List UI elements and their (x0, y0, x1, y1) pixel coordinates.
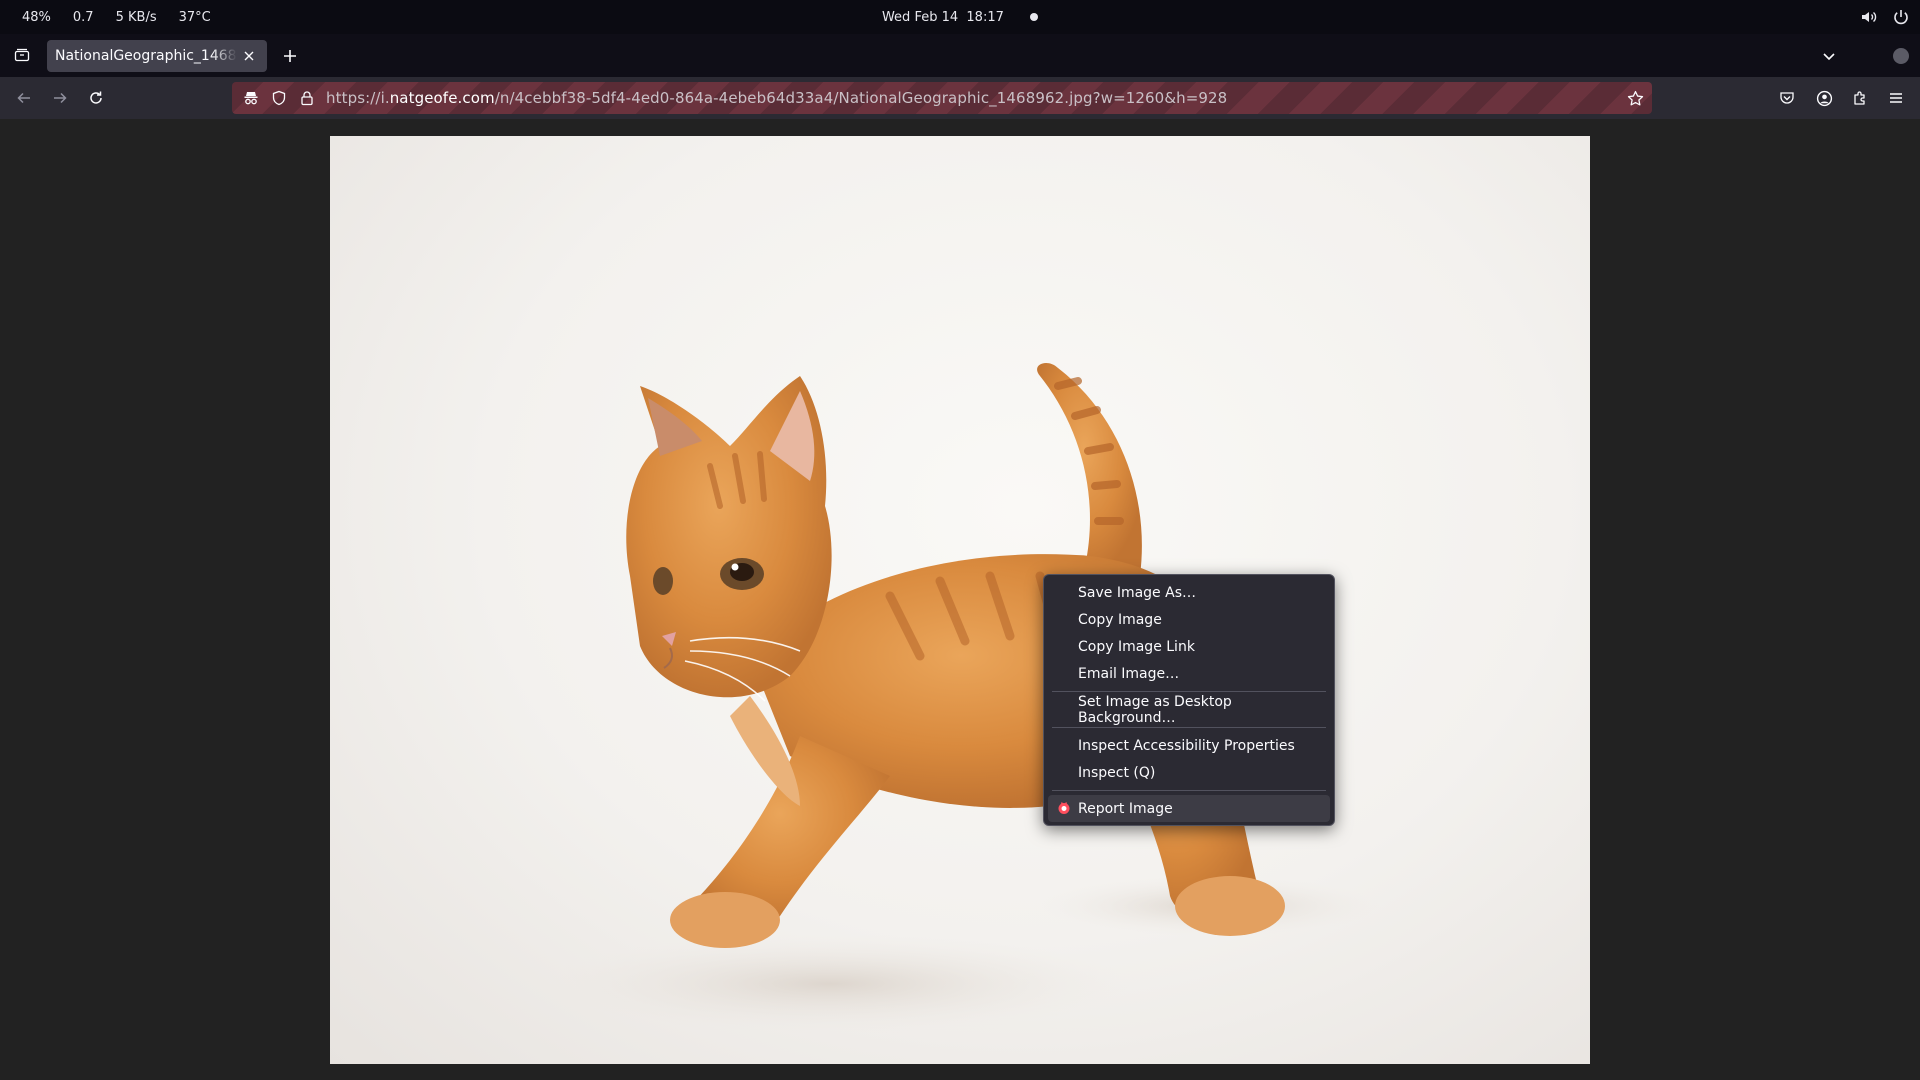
menu-item-inspect-accessibility[interactable]: Inspect Accessibility Properties (1048, 732, 1330, 759)
page-content (0, 119, 1920, 1080)
back-arrow-icon[interactable] (12, 86, 36, 110)
system-top-bar: 48% 0.7 5 KB/s 37°C Wed Feb 14 18:17 (0, 0, 1920, 34)
menu-item-label: Save Image As… (1078, 584, 1196, 601)
network-speed-indicator: 5 KB/s (115, 9, 157, 25)
tab-title: NationalGeographic_1468962.jpg (JPEG Ima… (55, 48, 237, 64)
menu-item-label: Copy Image Link (1078, 638, 1195, 655)
plus-icon[interactable] (280, 46, 300, 66)
account-icon[interactable] (1812, 86, 1836, 110)
cpu-load-indicator: 0.7 (72, 9, 94, 25)
close-icon[interactable] (241, 48, 257, 64)
url-text[interactable]: https://i.natgeofe.com/n/4cebbf38-5df4-4… (326, 89, 1227, 107)
menu-item-report-image[interactable]: Report Image (1048, 795, 1330, 822)
menu-item-label: Report Image (1078, 800, 1173, 817)
profile-indicator[interactable] (1893, 48, 1909, 64)
power-icon[interactable] (1892, 8, 1910, 26)
volume-icon[interactable] (1860, 8, 1878, 26)
hamburger-menu-icon[interactable] (1884, 86, 1908, 110)
menu-item-label: Inspect Accessibility Properties (1078, 737, 1295, 754)
url-prefix: https://i. (326, 89, 390, 107)
chevron-down-icon[interactable] (1819, 46, 1839, 66)
extensions-icon[interactable] (1848, 86, 1872, 110)
orange-kitten-illustration (530, 362, 1380, 1034)
tab-active[interactable]: NationalGeographic_1468962.jpg (JPEG Ima… (47, 40, 267, 72)
menu-separator (1048, 786, 1330, 795)
cat-photo[interactable] (330, 136, 1590, 1064)
image-context-menu: Save Image As… Copy Image Copy Image Lin… (1043, 574, 1335, 826)
menu-item-copy-image[interactable]: Copy Image (1048, 606, 1330, 633)
menu-item-set-desktop-background[interactable]: Set Image as Desktop Background… (1048, 693, 1330, 726)
url-path: /n/4cebbf38-5df4-4ed0-864a-4ebeb64d33a4/… (494, 89, 1228, 107)
private-browsing-icon[interactable] (242, 89, 260, 107)
temperature-indicator: 37°C (178, 9, 211, 25)
menu-item-save-image-as[interactable]: Save Image As… (1048, 579, 1330, 606)
tab-list-icon[interactable] (10, 43, 34, 67)
menu-item-inspect[interactable]: Inspect (Q) (1048, 759, 1330, 786)
notification-dot[interactable] (1030, 13, 1039, 21)
pocket-icon[interactable] (1775, 86, 1799, 110)
battery-indicator: 48% (22, 9, 51, 25)
clock[interactable]: Wed Feb 14 18:17 (882, 10, 1004, 25)
menu-item-email-image[interactable]: Email Image… (1048, 660, 1330, 687)
menu-item-copy-image-link[interactable]: Copy Image Link (1048, 633, 1330, 660)
menu-item-label: Inspect (Q) (1078, 764, 1156, 781)
star-icon[interactable] (1626, 89, 1644, 107)
report-icon (1057, 801, 1071, 815)
menu-item-label: Set Image as Desktop Background… (1078, 693, 1232, 726)
forward-arrow-icon[interactable] (48, 86, 72, 110)
menu-item-label: Copy Image (1078, 611, 1162, 628)
lock-icon[interactable] (298, 89, 316, 107)
shield-icon[interactable] (270, 89, 288, 107)
url-host: natgeofe.com (389, 89, 495, 107)
menu-item-label: Email Image… (1078, 665, 1180, 682)
tab-strip: NationalGeographic_1468962.jpg (JPEG Ima… (0, 34, 1920, 77)
navigation-toolbar: https://i.natgeofe.com/n/4cebbf38-5df4-4… (0, 77, 1920, 119)
reload-icon[interactable] (84, 86, 108, 110)
url-bar[interactable]: https://i.natgeofe.com/n/4cebbf38-5df4-4… (232, 82, 1652, 114)
